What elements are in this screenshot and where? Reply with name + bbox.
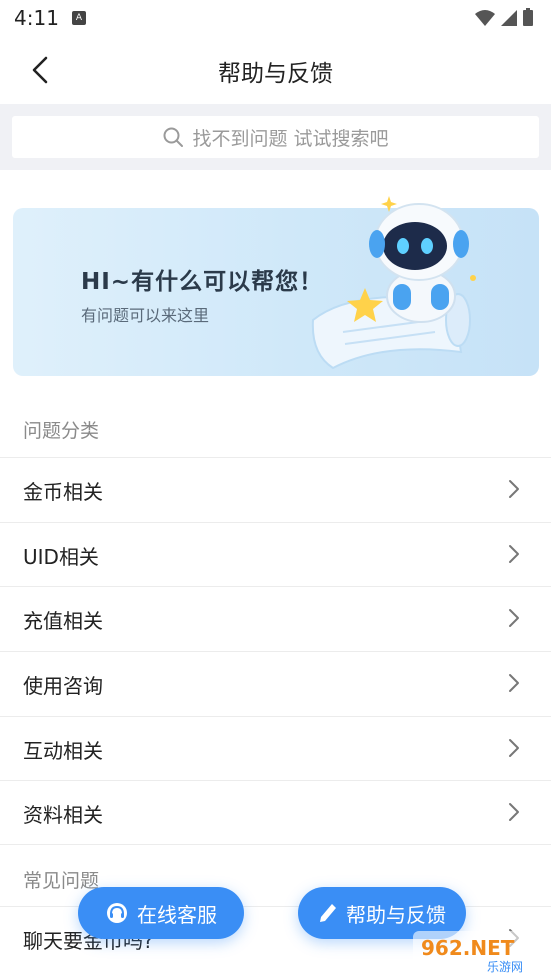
list-item-label: 金币相关 (23, 480, 103, 504)
chevron-right-icon (509, 803, 519, 822)
list-item-label: 充值相关 (23, 609, 103, 634)
category-section-label: 问题分类 (23, 420, 100, 442)
faq-section-label: 常见问题 (23, 870, 100, 892)
status-bar: 4:11 A (0, 0, 551, 36)
search-icon (162, 126, 184, 148)
list-item-label: 资料相关 (23, 803, 103, 828)
category-item-uid[interactable]: UID相关 (0, 521, 551, 587)
help-feedback-label: 帮助与反馈 (346, 902, 446, 927)
list-item-label: 互动相关 (23, 738, 103, 763)
chevron-right-icon (509, 609, 519, 628)
search-area: 找不到问题 试试搜索吧 (0, 104, 551, 170)
search-placeholder: 找不到问题 试试搜索吧 (192, 127, 389, 150)
page-title: 帮助与反馈 (218, 61, 333, 87)
category-item-usage[interactable]: 使用咨询 (0, 651, 551, 716)
pencil-icon (320, 904, 336, 922)
chevron-right-icon (509, 480, 519, 498)
robot-illustration (311, 196, 476, 370)
help-banner[interactable]: HI~有什么可以帮您！ 有问题可以来这里 (13, 196, 539, 376)
category-item-profile[interactable]: 资料相关 (0, 780, 551, 846)
online-service-button[interactable]: 在线客服 (78, 887, 244, 939)
category-item-gold[interactable]: 金币相关 (0, 457, 551, 522)
chevron-right-icon (509, 738, 519, 757)
online-service-label: 在线客服 (137, 902, 217, 927)
banner-title: HI~有什么可以帮您！ (81, 269, 324, 295)
status-time: 4:11 (14, 6, 59, 30)
category-item-recharge[interactable]: 充值相关 (0, 586, 551, 651)
banner-subtitle: 有问题可以来这里 (81, 306, 210, 325)
svg-text:962.NET: 962.NET (421, 936, 515, 960)
status-icons (473, 8, 537, 32)
chevron-right-icon (509, 544, 519, 563)
category-item-interaction[interactable]: 互动相关 (0, 715, 551, 781)
headset-icon (107, 903, 127, 923)
svg-text:乐游网: 乐游网 (487, 960, 523, 974)
site-watermark-logo: 962.NET 乐游网 (413, 931, 543, 975)
chevron-right-icon (509, 674, 519, 693)
category-list: 金币相关 UID相关 充值相关 使用咨询 互动相关 资料相关 (0, 457, 551, 846)
nav-bar: 帮助与反馈 (0, 36, 551, 104)
list-item-label: 使用咨询 (23, 674, 103, 699)
wifi-signal-battery-icon (475, 8, 533, 26)
list-item-label: UID相关 (23, 544, 99, 569)
notification-icon: A (72, 11, 86, 25)
search-input[interactable]: 找不到问题 试试搜索吧 (12, 116, 539, 158)
